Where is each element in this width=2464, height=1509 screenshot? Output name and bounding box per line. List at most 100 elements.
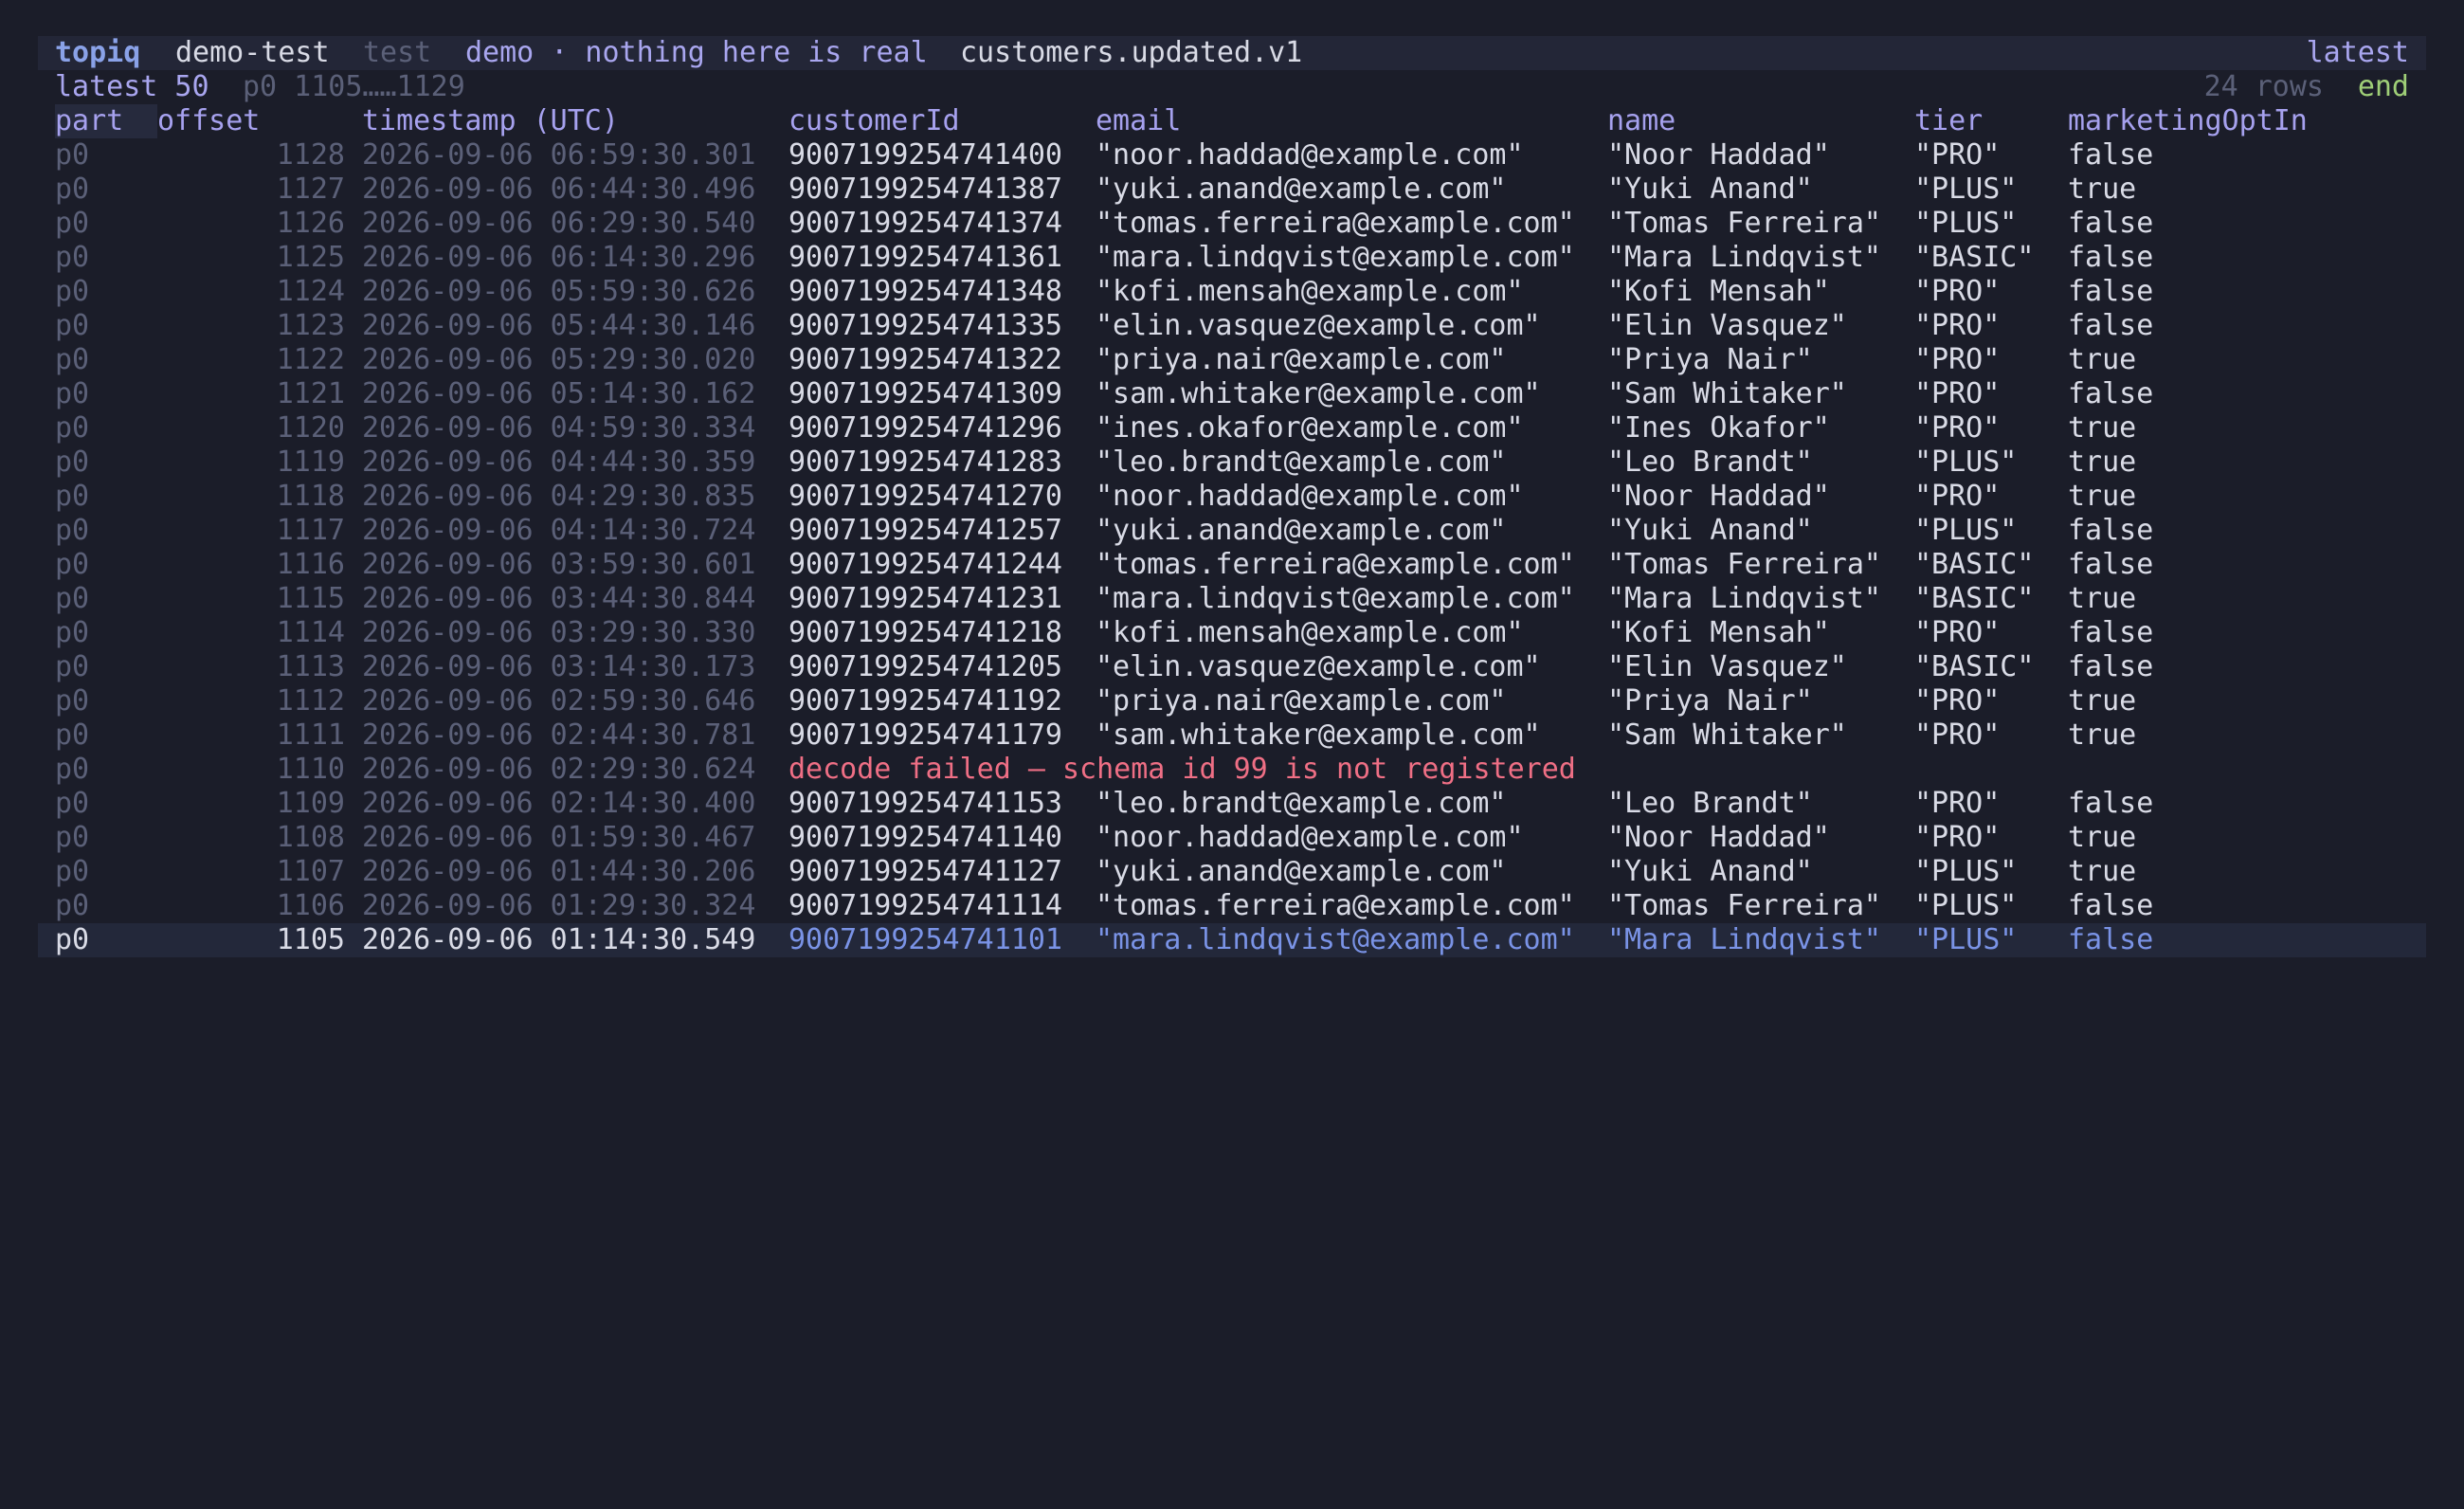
cell-offset: 1125 (276, 241, 345, 274)
table-row[interactable]: p0 1108 2026-09-06 01:59:30.467 90071992547… (38, 821, 2426, 855)
cell-email: "kofi.mensah@example.com" (1096, 616, 1524, 649)
messages-table[interactable]: part offset timestamp (UTC) customerId email… (38, 104, 2426, 957)
environment-label: test (363, 36, 432, 69)
column-header-offset[interactable]: offset (157, 104, 260, 138)
cell-marketing-opt-in: true (2068, 718, 2137, 752)
demo-banner: demo · nothing here is real (465, 36, 928, 69)
cell-part: p0 (55, 889, 90, 922)
window-size-label[interactable]: latest 50 (55, 70, 209, 104)
cluster-name[interactable]: demo-test (175, 36, 330, 70)
cell-offset: 1109 (276, 787, 345, 820)
table-row[interactable]: p0 1121 2026-09-06 05:14:30.162 90071992547… (38, 377, 2426, 411)
cell-part: p0 (55, 514, 90, 547)
cell-tier: "PRO" (1914, 684, 2001, 718)
cell-part: p0 (55, 923, 90, 956)
table-row[interactable]: p0 1124 2026-09-06 05:59:30.626 90071992547… (38, 275, 2426, 309)
mode-label[interactable]: latest (2307, 36, 2409, 70)
cell-marketing-opt-in: false (2068, 923, 2154, 956)
table-row[interactable]: p0 1113 2026-09-06 03:14:30.173 90071992547… (38, 650, 2426, 684)
table-row[interactable]: p0 1118 2026-09-06 04:29:30.835 90071992547… (38, 480, 2426, 514)
cell-tier: "PRO" (1914, 718, 2001, 752)
column-header-email[interactable]: email (1096, 104, 1181, 138)
cell-tier: "PRO" (1914, 787, 2001, 820)
cell-tier: "BASIC" (1914, 548, 2035, 581)
status-bar: latest 50 p0 1105……1129 24 rows end (38, 70, 2426, 104)
cell-name: "Tomas Ferreira" (1607, 207, 1881, 240)
column-header-part[interactable]: part (55, 104, 158, 138)
column-header-timestamp[interactable]: timestamp (UTC) (362, 104, 619, 138)
table-row[interactable]: p0 1125 2026-09-06 06:14:30.296 90071992547… (38, 241, 2426, 275)
cell-customer-id: 9007199254741348 (788, 275, 1062, 308)
cell-name: "Noor Haddad" (1607, 821, 1830, 854)
cell-customer-id: 9007199254741296 (788, 411, 1062, 445)
table-row[interactable]: p0 1115 2026-09-06 03:44:30.844 90071992547… (38, 582, 2426, 616)
cell-offset: 1108 (276, 821, 345, 854)
cell-part: p0 (55, 582, 90, 615)
cell-offset: 1127 (276, 173, 345, 206)
table-row[interactable]: p0 1119 2026-09-06 04:44:30.359 90071992547… (38, 445, 2426, 480)
cell-timestamp: 2026-09-06 01:29:30.324 (362, 889, 756, 922)
cell-name: "Mara Lindqvist" (1607, 923, 1881, 956)
cell-customer-id: 9007199254741322 (788, 343, 1062, 376)
table-row-selected[interactable]: p0 1105 2026-09-06 01:14:30.549 90071992547… (38, 923, 2426, 957)
table-row[interactable]: p0 1112 2026-09-06 02:59:30.646 90071992547… (38, 684, 2426, 718)
cell-name: "Elin Vasquez" (1607, 309, 1847, 342)
cell-timestamp: 2026-09-06 04:14:30.724 (362, 514, 756, 547)
cell-tier: "PRO" (1914, 343, 2001, 376)
cell-marketing-opt-in: true (2068, 173, 2137, 206)
table-row[interactable]: p0 1106 2026-09-06 01:29:30.324 90071992547… (38, 889, 2426, 923)
column-header-tier[interactable]: tier (1914, 104, 1983, 138)
cell-email: "elin.vasquez@example.com" (1096, 309, 1541, 342)
cell-marketing-opt-in: false (2068, 616, 2154, 649)
table-row[interactable]: p0 1109 2026-09-06 02:14:30.400 90071992547… (38, 787, 2426, 821)
cell-customer-id: 9007199254741400 (788, 138, 1062, 172)
cell-tier: "PRO" (1914, 616, 2001, 649)
cell-email: "tomas.ferreira@example.com" (1096, 548, 1575, 581)
table-row[interactable]: p0 1127 2026-09-06 06:44:30.496 90071992547… (38, 173, 2426, 207)
cell-tier: "PLUS" (1914, 173, 2018, 206)
cell-marketing-opt-in: true (2068, 411, 2137, 445)
table-row[interactable]: p0 1110 2026-09-06 02:29:30.624 decode fail… (38, 753, 2426, 787)
table-row[interactable]: p0 1117 2026-09-06 04:14:30.724 90071992547… (38, 514, 2426, 548)
table-row[interactable]: p0 1120 2026-09-06 04:59:30.334 90071992547… (38, 411, 2426, 445)
cell-tier: "BASIC" (1914, 241, 2035, 274)
table-row[interactable]: p0 1128 2026-09-06 06:59:30.301 90071992547… (38, 138, 2426, 173)
table-row[interactable]: p0 1126 2026-09-06 06:29:30.540 90071992547… (38, 207, 2426, 241)
cell-timestamp: 2026-09-06 05:29:30.020 (362, 343, 756, 376)
cell-tier: "PRO" (1914, 275, 2001, 308)
cell-offset: 1118 (276, 480, 345, 513)
table-row[interactable]: p0 1116 2026-09-06 03:59:30.601 90071992547… (38, 548, 2426, 582)
cell-email: "yuki.anand@example.com" (1096, 855, 1507, 888)
topic-name[interactable]: customers.updated.v1 (960, 36, 1302, 70)
cell-part: p0 (55, 343, 90, 376)
cell-offset: 1107 (276, 855, 345, 888)
cell-tier: "PRO" (1914, 411, 2001, 445)
cell-offset: 1106 (276, 889, 345, 922)
cell-timestamp: 2026-09-06 01:44:30.206 (362, 855, 756, 888)
table-row[interactable]: p0 1111 2026-09-06 02:44:30.781 90071992547… (38, 718, 2426, 753)
cell-customer-id: 9007199254741283 (788, 445, 1062, 479)
table-row[interactable]: p0 1122 2026-09-06 05:29:30.020 90071992547… (38, 343, 2426, 377)
cell-part: p0 (55, 275, 90, 308)
column-header-customer-id[interactable]: customerId (788, 104, 960, 138)
table-row[interactable]: p0 1114 2026-09-06 03:29:30.330 90071992547… (38, 616, 2426, 650)
cell-part: p0 (55, 718, 90, 752)
terminal-screen: topiq demo-test test demo · nothing here… (38, 36, 2426, 957)
cell-part: p0 (55, 787, 90, 820)
table-row[interactable]: p0 1123 2026-09-06 05:44:30.146 90071992547… (38, 309, 2426, 343)
cell-tier: "PRO" (1914, 821, 2001, 854)
cell-tier: "PRO" (1914, 138, 2001, 172)
row-count-label: 24 rows (2203, 70, 2324, 103)
cell-offset: 1121 (276, 377, 345, 410)
table-row[interactable]: p0 1107 2026-09-06 01:44:30.206 90071992547… (38, 855, 2426, 889)
column-header-name[interactable]: name (1607, 104, 1676, 138)
column-header-marketing-opt-in[interactable]: marketingOptIn (2068, 104, 2308, 138)
cell-name: "Tomas Ferreira" (1607, 548, 1881, 581)
cell-tier: "PLUS" (1914, 514, 2018, 547)
cell-part: p0 (55, 548, 90, 581)
cell-offset: 1123 (276, 309, 345, 342)
position-label: end (2357, 70, 2409, 103)
cell-email: "sam.whitaker@example.com" (1096, 718, 1541, 752)
cell-offset: 1110 (276, 753, 345, 786)
cell-customer-id: 9007199254741114 (788, 889, 1062, 922)
